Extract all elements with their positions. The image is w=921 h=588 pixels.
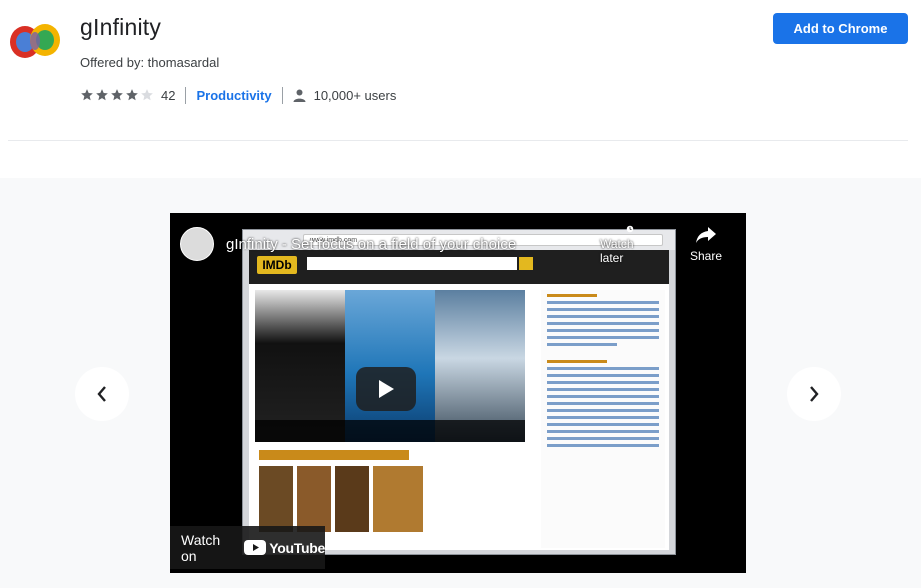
share-button[interactable]: Share — [684, 225, 728, 269]
star-icon — [126, 89, 138, 101]
share-label: Share — [689, 249, 723, 263]
star-icon — [141, 89, 153, 101]
extension-title: gInfinity — [80, 14, 162, 40]
watch-later-button[interactable]: Watch later — [600, 225, 660, 265]
meta-divider — [281, 86, 283, 104]
ginfinity-logo-icon — [10, 24, 60, 58]
watch-on-label: Watch on — [181, 531, 221, 564]
watch-later-label: Watch later — [600, 237, 634, 265]
youtube-logo: YouTube — [244, 540, 325, 556]
offered-by: Offered by: thomasardal — [80, 55, 220, 70]
chevron-left-icon — [97, 386, 106, 402]
video-title-bar: gInfinity - Set focus on a field of your… — [180, 227, 640, 261]
embedded-section-title — [259, 450, 409, 460]
embedded-sidebar — [541, 290, 665, 548]
star-icon — [111, 89, 123, 101]
star-icon — [81, 89, 93, 101]
extension-meta: 42 Productivity 10,000+ users — [80, 86, 396, 104]
video-title[interactable]: gInfinity - Set focus on a field of your… — [226, 236, 516, 253]
youtube-wordmark: YouTube — [269, 539, 325, 556]
youtube-video-player[interactable]: www.imdb.com IMDb gInfinity - Set focus … — [170, 213, 746, 573]
rating-count[interactable]: 42 — [161, 88, 175, 103]
next-slide-button[interactable] — [787, 367, 841, 421]
extension-header: gInfinity Offered by: thomasardal 42 Pro… — [0, 0, 921, 140]
video-frame-screenshot: www.imdb.com IMDb — [242, 229, 676, 555]
watch-on-youtube-button[interactable]: Watch on YouTube — [170, 526, 325, 569]
header-divider — [8, 140, 908, 141]
chevron-right-icon — [810, 386, 819, 402]
clock-icon — [626, 225, 634, 233]
users-count: 10,000+ users — [313, 87, 397, 103]
embedded-webpage: IMDb — [249, 250, 669, 550]
play-button[interactable] — [356, 367, 416, 411]
share-icon — [696, 227, 716, 243]
media-gallery: www.imdb.com IMDb gInfinity - Set focus … — [0, 178, 921, 588]
star-icon — [96, 89, 108, 101]
rating-stars[interactable] — [80, 88, 154, 102]
play-icon — [379, 380, 394, 398]
category-link[interactable]: Productivity — [196, 88, 271, 103]
embedded-hero-images — [255, 290, 525, 442]
add-to-chrome-button[interactable]: Add to Chrome — [773, 13, 908, 44]
meta-divider — [185, 86, 187, 104]
channel-avatar[interactable] — [180, 227, 214, 261]
previous-slide-button[interactable] — [75, 367, 129, 421]
person-icon — [293, 89, 306, 102]
youtube-play-icon — [244, 540, 267, 555]
